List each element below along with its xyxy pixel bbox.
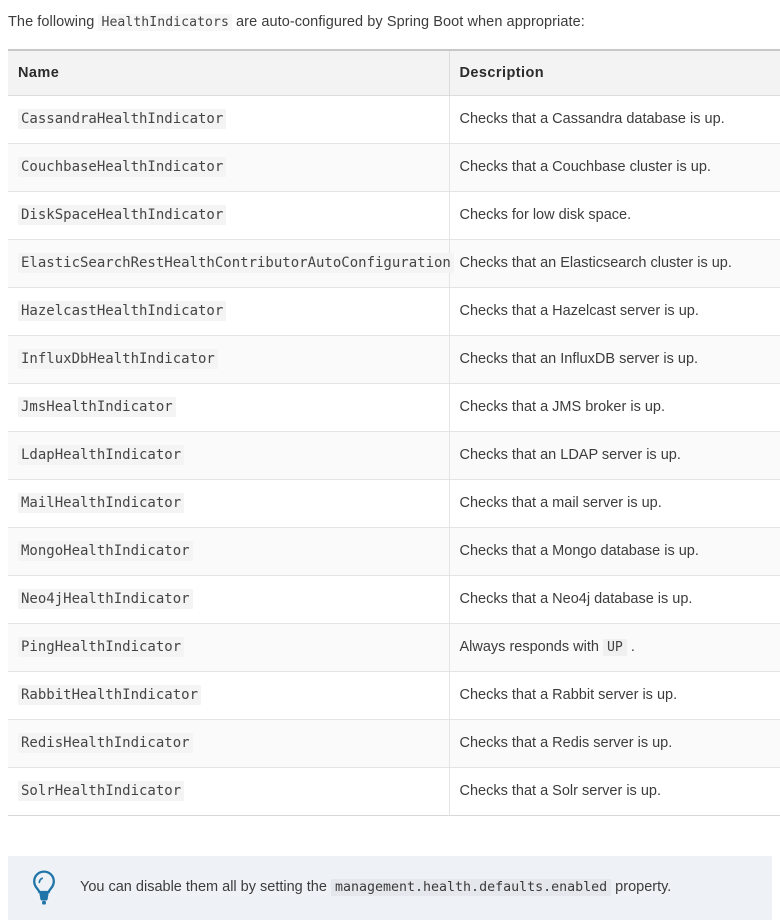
description-text-after: .: [631, 639, 635, 655]
tip-text-after: property.: [611, 879, 671, 895]
cell-indicator-description: Checks that an Elasticsearch cluster is …: [449, 239, 780, 287]
column-header-description: Description: [449, 50, 780, 96]
intro-text-before: The following: [8, 14, 98, 30]
description-text-before: Always responds with: [460, 639, 603, 655]
tip-text: You can disable them all by setting the …: [80, 877, 695, 899]
description-text: Checks that a Neo4j database is up.: [460, 591, 693, 607]
cell-indicator-description: Checks that an LDAP server is up.: [449, 431, 780, 479]
cell-indicator-description: Checks that a Solr server is up.: [449, 767, 780, 815]
table-row: JmsHealthIndicator Checks that a JMS brok…: [8, 383, 780, 431]
description-text: Checks that an LDAP server is up.: [460, 447, 681, 463]
table-header: Name Description: [8, 50, 780, 96]
cell-indicator-name: RedisHealthIndicator: [8, 719, 449, 767]
cell-indicator-name: PingHealthIndicator: [8, 623, 449, 671]
indicator-code: MailHealthIndicator: [18, 493, 184, 513]
table-row: CassandraHealthIndicator Checks that a Ca…: [8, 95, 780, 143]
intro-paragraph: The following HealthIndicators are auto-…: [0, 0, 780, 34]
indicator-code: CassandraHealthIndicator: [18, 109, 226, 129]
cell-indicator-name: CassandraHealthIndicator: [8, 95, 449, 143]
indicator-code: LdapHealthIndicator: [18, 445, 184, 465]
cell-indicator-name: InfluxDbHealthIndicator: [8, 335, 449, 383]
description-text: Checks that a mail server is up.: [460, 495, 662, 511]
health-indicators-table: Name Description CassandraHealthIndicato…: [8, 49, 780, 816]
health-indicators-table-wrapper: Name Description CassandraHealthIndicato…: [0, 49, 780, 816]
description-text: Checks that a Redis server is up.: [460, 735, 673, 751]
indicator-code: InfluxDbHealthIndicator: [18, 349, 218, 369]
cell-indicator-description: Always responds with UP .: [449, 623, 780, 671]
table-row: MailHealthIndicator Checks that a mail se…: [8, 479, 780, 527]
table-row: MongoHealthIndicator Checks that a Mongo …: [8, 527, 780, 575]
cell-indicator-description: Checks that a Redis server is up.: [449, 719, 780, 767]
description-inline-code: UP: [603, 639, 627, 656]
table-header-row: Name Description: [8, 50, 780, 96]
table-row: ElasticSearchRestHealthContributorAutoCo…: [8, 239, 780, 287]
cell-indicator-name: HazelcastHealthIndicator: [8, 287, 449, 335]
indicator-code: JmsHealthIndicator: [18, 397, 176, 417]
cell-indicator-name: MailHealthIndicator: [8, 479, 449, 527]
description-text: Checks for low disk space.: [460, 207, 632, 223]
lightbulb-icon: [8, 870, 80, 906]
table-row: InfluxDbHealthIndicator Checks that an In…: [8, 335, 780, 383]
cell-indicator-name: Neo4jHealthIndicator: [8, 575, 449, 623]
cell-indicator-name: SolrHealthIndicator: [8, 767, 449, 815]
indicator-code: HazelcastHealthIndicator: [18, 301, 226, 321]
cell-indicator-name: DiskSpaceHealthIndicator: [8, 191, 449, 239]
indicator-code: ElasticSearchRestHealthContributorAutoCo…: [18, 253, 454, 273]
cell-indicator-description: Checks that a Hazelcast server is up.: [449, 287, 780, 335]
documentation-page: The following HealthIndicators are auto-…: [0, 0, 780, 863]
indicator-code: Neo4jHealthIndicator: [18, 589, 193, 609]
cell-indicator-description: Checks that a Rabbit server is up.: [449, 671, 780, 719]
description-text: Checks that a JMS broker is up.: [460, 399, 666, 415]
cell-indicator-description: Checks for low disk space.: [449, 191, 780, 239]
description-text: Checks that a Mongo database is up.: [460, 543, 699, 559]
cell-indicator-description: Checks that a JMS broker is up.: [449, 383, 780, 431]
indicator-code: DiskSpaceHealthIndicator: [18, 205, 226, 225]
table-row: RabbitHealthIndicator Checks that a Rabbi…: [8, 671, 780, 719]
description-text: Checks that a Cassandra database is up.: [460, 111, 725, 127]
column-header-name: Name: [8, 50, 449, 96]
tip-callout: You can disable them all by setting the …: [8, 856, 772, 920]
indicator-code: MongoHealthIndicator: [18, 541, 193, 561]
description-text: Checks that a Solr server is up.: [460, 783, 661, 799]
intro-inline-code: HealthIndicators: [98, 14, 231, 31]
description-text: Checks that a Hazelcast server is up.: [460, 303, 699, 319]
cell-indicator-name: JmsHealthIndicator: [8, 383, 449, 431]
cell-indicator-name: ElasticSearchRestHealthContributorAutoCo…: [8, 239, 449, 287]
indicator-code: CouchbaseHealthIndicator: [18, 157, 226, 177]
description-text: Checks that an Elasticsearch cluster is …: [460, 255, 732, 271]
table-row: HazelcastHealthIndicator Checks that a Ha…: [8, 287, 780, 335]
table-row: RedisHealthIndicator Checks that a Redis …: [8, 719, 780, 767]
cell-indicator-description: Checks that a Mongo database is up.: [449, 527, 780, 575]
cell-indicator-description: Checks that a Couchbase cluster is up.: [449, 143, 780, 191]
cell-indicator-name: MongoHealthIndicator: [8, 527, 449, 575]
cell-indicator-name: CouchbaseHealthIndicator: [8, 143, 449, 191]
table-row: CouchbaseHealthIndicator Checks that a Co…: [8, 143, 780, 191]
tip-callout-wrapper: You can disable them all by setting the …: [0, 856, 780, 920]
intro-text-after: are auto-configured by Spring Boot when …: [232, 14, 585, 30]
cell-indicator-description: Checks that a Neo4j database is up.: [449, 575, 780, 623]
table-row: SolrHealthIndicator Checks that a Solr se…: [8, 767, 780, 815]
table-row: PingHealthIndicator Always responds with …: [8, 623, 780, 671]
description-text: Checks that an InfluxDB server is up.: [460, 351, 699, 367]
cell-indicator-description: Checks that a mail server is up.: [449, 479, 780, 527]
table-body: CassandraHealthIndicator Checks that a Ca…: [8, 95, 780, 815]
description-text: Checks that a Couchbase cluster is up.: [460, 159, 711, 175]
tip-inline-code: management.health.defaults.enabled: [331, 879, 611, 896]
indicator-code: SolrHealthIndicator: [18, 781, 184, 801]
cell-indicator-description: Checks that an InfluxDB server is up.: [449, 335, 780, 383]
description-text: Checks that a Rabbit server is up.: [460, 687, 678, 703]
cell-indicator-description: Checks that a Cassandra database is up.: [449, 95, 780, 143]
cell-indicator-name: LdapHealthIndicator: [8, 431, 449, 479]
table-row: Neo4jHealthIndicator Checks that a Neo4j …: [8, 575, 780, 623]
indicator-code: RabbitHealthIndicator: [18, 685, 201, 705]
tip-text-before: You can disable them all by setting the: [80, 879, 331, 895]
indicator-code: PingHealthIndicator: [18, 637, 184, 657]
table-row: LdapHealthIndicator Checks that an LDAP s…: [8, 431, 780, 479]
cell-indicator-name: RabbitHealthIndicator: [8, 671, 449, 719]
table-row: DiskSpaceHealthIndicator Checks for low d…: [8, 191, 780, 239]
indicator-code: RedisHealthIndicator: [18, 733, 193, 753]
